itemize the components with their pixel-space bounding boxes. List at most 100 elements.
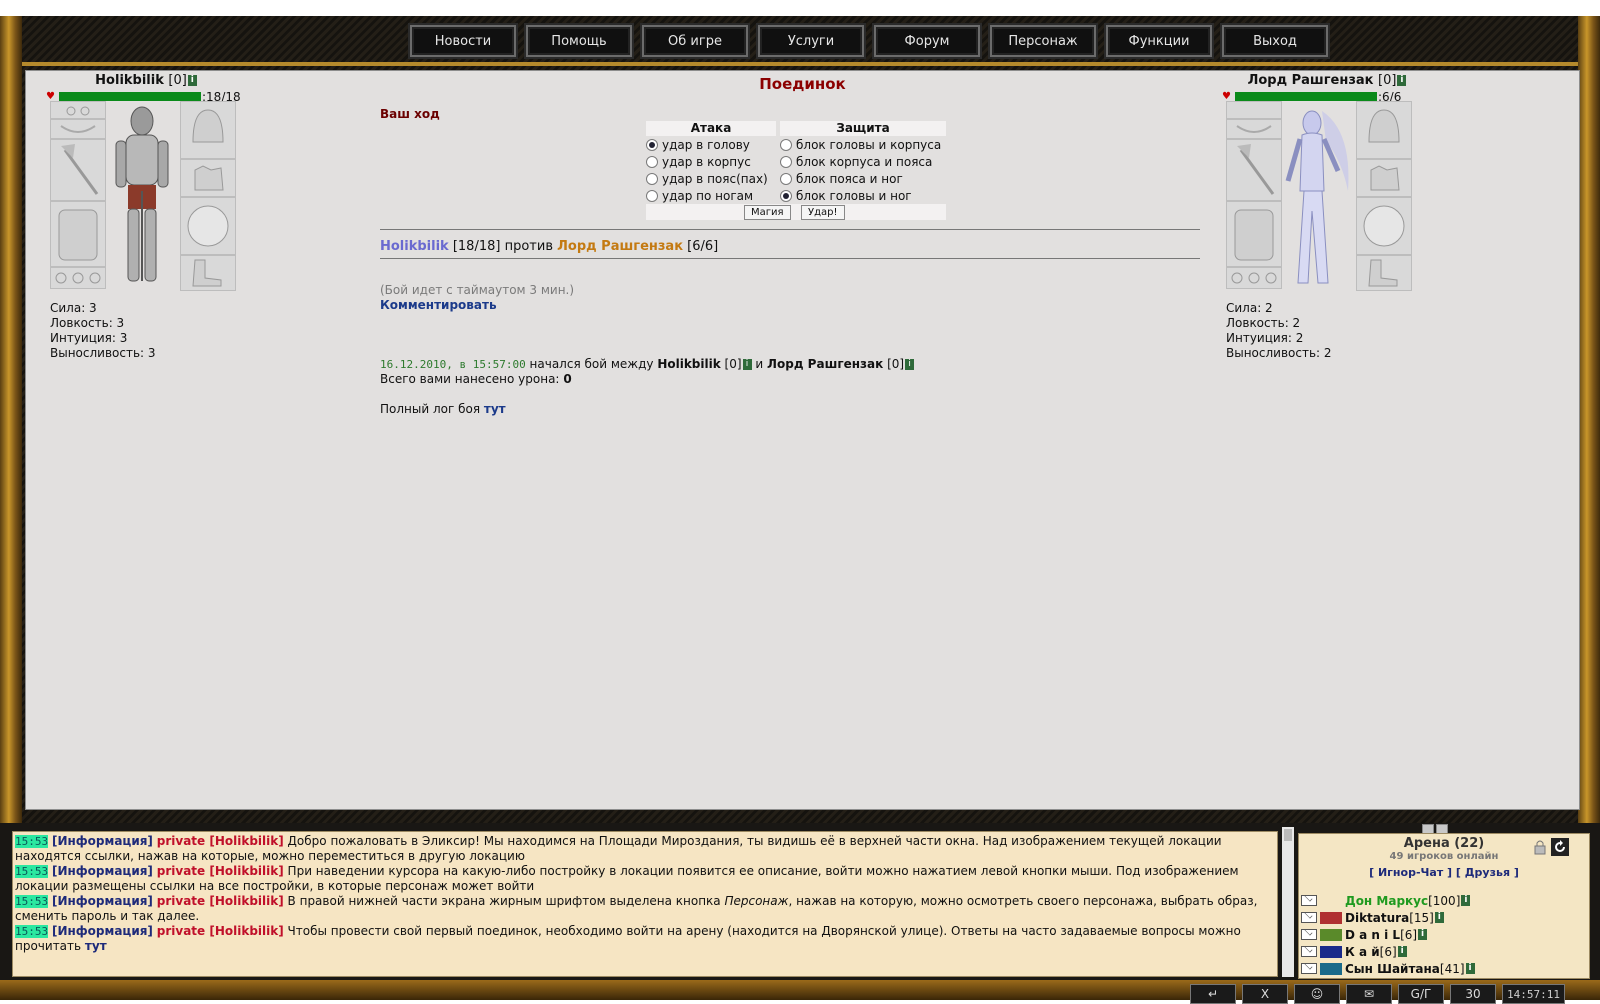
log-and: и <box>755 357 764 371</box>
info-icon[interactable]: i <box>187 75 197 86</box>
armor-slot[interactable] <box>50 201 106 267</box>
chat-private-tag[interactable]: private [Holikbilik] <box>157 924 284 938</box>
nav-functions-button[interactable]: Функции <box>1106 25 1212 57</box>
mail-button[interactable]: ✉ <box>1346 984 1392 1004</box>
attack-radio[interactable] <box>646 155 658 168</box>
chat-scrollbar[interactable] <box>1282 827 1294 977</box>
log-player[interactable]: Holikbilik <box>657 357 720 371</box>
attack-option[interactable]: удар по ногам <box>646 187 776 204</box>
online-player-row[interactable]: Сын Шайтана [41] i <box>1301 960 1475 977</box>
envelope-icon[interactable] <box>1301 912 1317 923</box>
full-log-link[interactable]: тут <box>484 402 506 416</box>
shield-slot[interactable] <box>1356 197 1412 255</box>
amulet-slot[interactable] <box>50 101 106 119</box>
info-icon[interactable]: i <box>742 359 752 370</box>
online-player-name[interactable]: Diktatura <box>1345 911 1409 925</box>
attack-option[interactable]: удар в голову <box>646 136 776 153</box>
turn-label: Ваш ход <box>380 107 440 121</box>
opponent-name[interactable]: Лорд Рашгензак <box>1248 73 1374 88</box>
nav-forum-button[interactable]: Форум <box>874 25 980 57</box>
online-player-row[interactable]: Diktatura [15] i <box>1301 909 1475 926</box>
nav-character-button[interactable]: Персонаж <box>990 25 1096 57</box>
chat-private-tag[interactable]: private [Holikbilik] <box>157 864 284 878</box>
boots-slot[interactable] <box>180 255 236 291</box>
defense-option[interactable]: блок головы и корпуса <box>780 136 946 153</box>
versus-player[interactable]: Holikbilik <box>380 239 449 254</box>
defense-option[interactable]: блок корпуса и пояса <box>780 153 946 170</box>
online-player-name[interactable]: Дон Маркус <box>1345 894 1428 908</box>
weapon-slot[interactable] <box>50 139 106 201</box>
attack-radio[interactable] <box>646 189 658 202</box>
language-button[interactable]: G/Г <box>1398 984 1444 1004</box>
attack-defense-form: Атака Защита удар в голову удар в корпус у… <box>646 121 946 220</box>
weapon-slot[interactable] <box>1226 139 1282 201</box>
info-icon[interactable]: i <box>1397 946 1407 957</box>
nav-about-button[interactable]: Об игре <box>642 25 748 57</box>
info-icon[interactable]: i <box>1418 929 1428 940</box>
attack-radio[interactable] <box>646 138 658 151</box>
info-icon[interactable]: i <box>1465 963 1475 974</box>
envelope-icon[interactable] <box>1301 895 1317 906</box>
chat-private-tag[interactable]: private [Holikbilik] <box>157 834 284 848</box>
info-icon[interactable]: i <box>1461 895 1471 906</box>
defense-radio[interactable] <box>780 138 792 151</box>
defense-option[interactable]: блок головы и ног <box>780 187 946 204</box>
amulet-slot[interactable] <box>1226 101 1282 119</box>
boots-slot[interactable] <box>1356 255 1412 291</box>
info-icon[interactable]: i <box>1434 912 1444 923</box>
chat-private-tag[interactable]: private [Holikbilik] <box>157 894 284 908</box>
necklace-slot[interactable] <box>50 119 106 139</box>
log-timestamp: 16.12.2010, в 15:57:00 <box>380 358 526 371</box>
shield-slot[interactable] <box>180 197 236 255</box>
rings-slot[interactable] <box>1226 267 1282 289</box>
nav-exit-button[interactable]: Выход <box>1222 25 1328 57</box>
log-opponent[interactable]: Лорд Рашгензак <box>767 357 883 371</box>
comment-link[interactable]: Комментировать <box>380 298 497 312</box>
online-player-name[interactable]: К а й <box>1345 945 1380 959</box>
helmet-slot[interactable] <box>1356 101 1412 159</box>
defense-option[interactable]: блок пояса и ног <box>780 170 946 187</box>
online-player-name[interactable]: Сын Шайтана <box>1345 962 1440 976</box>
clear-button[interactable]: X <box>1242 984 1288 1004</box>
refresh-icon[interactable] <box>1551 838 1569 856</box>
attack-option[interactable]: удар в пояс(пах) <box>646 170 776 187</box>
ignore-chat-link[interactable]: [ Игнор-Чат ] <box>1369 866 1452 879</box>
envelope-icon[interactable] <box>1301 929 1317 940</box>
gloves-slot[interactable] <box>1356 159 1412 197</box>
online-player-row[interactable]: D a n i L [6] i <box>1301 926 1475 943</box>
attack-option-label: удар в голову <box>662 137 750 152</box>
nav-help-button[interactable]: Помощь <box>526 25 632 57</box>
strike-button[interactable]: Удар! <box>801 205 845 220</box>
rings-slot[interactable] <box>50 267 106 289</box>
armor-slot[interactable] <box>1226 201 1282 267</box>
player-name[interactable]: Holikbilik <box>95 73 164 88</box>
attack-radio[interactable] <box>646 172 658 185</box>
envelope-icon[interactable] <box>1301 963 1317 974</box>
refresh-interval-button[interactable]: 30 <box>1450 984 1496 1004</box>
send-button[interactable]: ↵ <box>1190 984 1236 1004</box>
necklace-slot[interactable] <box>1226 119 1282 139</box>
helmet-slot[interactable] <box>180 101 236 159</box>
attack-option[interactable]: удар в корпус <box>646 153 776 170</box>
clan-icon <box>1320 911 1342 924</box>
info-icon[interactable]: i <box>905 359 915 370</box>
nav-news-button[interactable]: Новости <box>410 25 516 57</box>
info-icon[interactable]: i <box>1397 75 1407 86</box>
gloves-slot[interactable] <box>180 159 236 197</box>
smiles-button[interactable]: ☺ <box>1294 984 1340 1004</box>
nav-services-button[interactable]: Услуги <box>758 25 864 57</box>
online-player-name[interactable]: D a n i L <box>1345 928 1400 942</box>
chat-link[interactable]: тут <box>85 939 107 953</box>
defense-radio[interactable] <box>780 189 792 202</box>
defense-radio[interactable] <box>780 155 792 168</box>
lock-icon[interactable] <box>1531 838 1549 856</box>
damage-label: Всего вами нанесено урона: <box>380 372 560 386</box>
online-player-row[interactable]: Дон Маркус [100] i <box>1301 892 1475 909</box>
magic-button[interactable]: Магия <box>744 205 791 220</box>
defense-radio[interactable] <box>780 172 792 185</box>
online-player-level: [6] <box>1400 927 1418 942</box>
online-player-row[interactable]: К а й [6] i <box>1301 943 1475 960</box>
versus-opponent[interactable]: Лорд Рашгензак <box>557 239 683 254</box>
friends-link[interactable]: [ Друзья ] <box>1456 866 1519 879</box>
envelope-icon[interactable] <box>1301 946 1317 957</box>
